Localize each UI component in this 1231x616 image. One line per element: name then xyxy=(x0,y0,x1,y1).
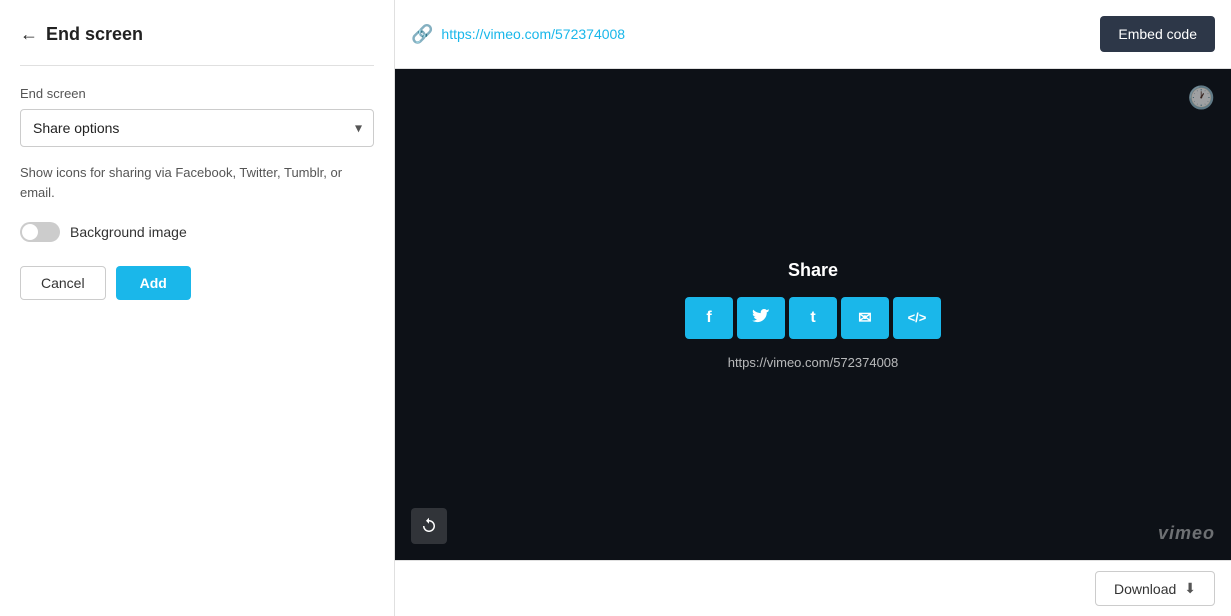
video-preview: 🕐 Share f t ✉ </> https://vimeo.com/5723… xyxy=(395,69,1231,560)
end-screen-select[interactable]: Share options Subscribe Watch again Expl… xyxy=(20,109,374,147)
cancel-button[interactable]: Cancel xyxy=(20,266,106,300)
add-button[interactable]: Add xyxy=(116,266,191,300)
background-image-label: Background image xyxy=(70,224,187,240)
share-buttons: f t ✉ </> xyxy=(685,297,941,339)
email-share-button[interactable]: ✉ xyxy=(841,297,889,339)
tumblr-share-button[interactable]: t xyxy=(789,297,837,339)
clock-icon: 🕐 xyxy=(1188,85,1215,111)
twitter-share-button[interactable] xyxy=(737,297,785,339)
description-text: Show icons for sharing via Facebook, Twi… xyxy=(20,163,374,202)
url-row: 🔗 https://vimeo.com/572374008 xyxy=(411,24,625,45)
bottom-bar: Download ⬇ xyxy=(395,560,1231,616)
toggle-knob xyxy=(22,224,38,240)
share-container: Share f t ✉ </> https://vimeo.com/572374… xyxy=(685,260,941,370)
back-arrow-icon: ← xyxy=(20,24,38,45)
download-label: Download xyxy=(1114,581,1176,597)
background-image-row: Background image xyxy=(20,222,374,242)
embed-share-button[interactable]: </> xyxy=(893,297,941,339)
end-screen-select-wrapper: Share options Subscribe Watch again Expl… xyxy=(20,109,374,147)
divider xyxy=(20,65,374,66)
share-title: Share xyxy=(788,260,838,281)
left-panel: ← End screen End screen Share options Su… xyxy=(0,0,395,616)
back-navigation[interactable]: ← End screen xyxy=(20,24,374,45)
vimeo-watermark: vimeo xyxy=(1158,523,1215,544)
top-bar: 🔗 https://vimeo.com/572374008 Embed code xyxy=(395,0,1231,69)
video-url-link[interactable]: https://vimeo.com/572374008 xyxy=(441,26,625,42)
facebook-share-button[interactable]: f xyxy=(685,297,733,339)
download-icon: ⬇ xyxy=(1184,580,1196,597)
link-icon: 🔗 xyxy=(411,24,433,45)
background-image-toggle[interactable] xyxy=(20,222,60,242)
end-screen-label: End screen xyxy=(20,86,374,101)
right-panel: 🔗 https://vimeo.com/572374008 Embed code… xyxy=(395,0,1231,616)
preview-url: https://vimeo.com/572374008 xyxy=(728,355,899,370)
button-row: Cancel Add xyxy=(20,266,374,300)
page-title: End screen xyxy=(46,24,143,45)
download-button[interactable]: Download ⬇ xyxy=(1095,571,1215,606)
reset-button[interactable] xyxy=(411,508,447,544)
embed-code-button[interactable]: Embed code xyxy=(1100,16,1215,52)
